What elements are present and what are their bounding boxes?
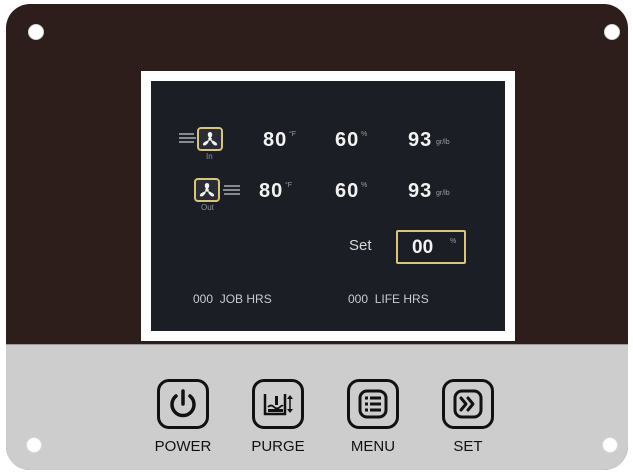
inlet-temperature: 80 [263,129,288,151]
airflow-icon [223,185,240,195]
setpoint-value: 00 [412,237,434,258]
control-panel: In 80 °F 60 % 93 gr/lb Out 80 °F 60 % 93… [6,4,628,470]
inlet-readings-row: In 80 °F 60 % 93 gr/lb [151,119,505,161]
double-chevron-right-icon [453,389,483,419]
set-button-label: SET [453,438,483,455]
menu-button-label: MENU [350,438,396,455]
outlet-temperature: 80 [259,180,284,202]
outlet-readings-row: Out 80 °F 60 % 93 gr/lb [151,170,505,212]
setpoint-unit: % [450,238,457,245]
lcd-display: In 80 °F 60 % 93 gr/lb Out 80 °F 60 % 93… [151,81,505,331]
job-hours: 000 JOB HRS [193,292,272,306]
setpoint-box: 00 % [396,230,466,264]
screw-bottom-right [602,437,618,453]
display-bezel: In 80 °F 60 % 93 gr/lb Out 80 °F 60 % 93… [141,71,515,341]
outlet-fan-icon [194,178,220,202]
purge-button[interactable] [252,379,304,429]
power-button-label: POWER [154,438,212,455]
set-button[interactable] [442,379,494,429]
inlet-humidity-unit: % [361,131,368,138]
screw-bottom-left [26,437,42,453]
outlet-grains-unit: gr/lb [436,190,450,197]
inlet-temperature-unit: °F [289,131,297,138]
power-icon [170,389,196,418]
outlet-temperature-unit: °F [285,182,293,189]
airflow-icon [179,133,196,143]
inlet-grains: 93 [408,129,433,151]
outlet-grains: 93 [408,180,433,202]
power-button[interactable] [157,379,209,429]
screw-top-right [604,24,620,40]
inlet-humidity: 60 [335,129,360,151]
purge-icon [263,394,293,416]
outlet-humidity: 60 [335,180,360,202]
screw-top-left [28,24,44,40]
outlet-caption: Out [201,203,214,212]
menu-button[interactable] [347,379,399,429]
inlet-fan-icon [197,127,223,151]
setpoint-label: Set [349,237,372,254]
inlet-grains-unit: gr/lb [436,139,450,146]
inlet-caption: In [206,152,213,161]
purge-button-label: PURGE [251,438,305,455]
life-hours: 000 LIFE HRS [348,292,429,306]
menu-icon [358,389,388,419]
outlet-humidity-unit: % [361,182,368,189]
